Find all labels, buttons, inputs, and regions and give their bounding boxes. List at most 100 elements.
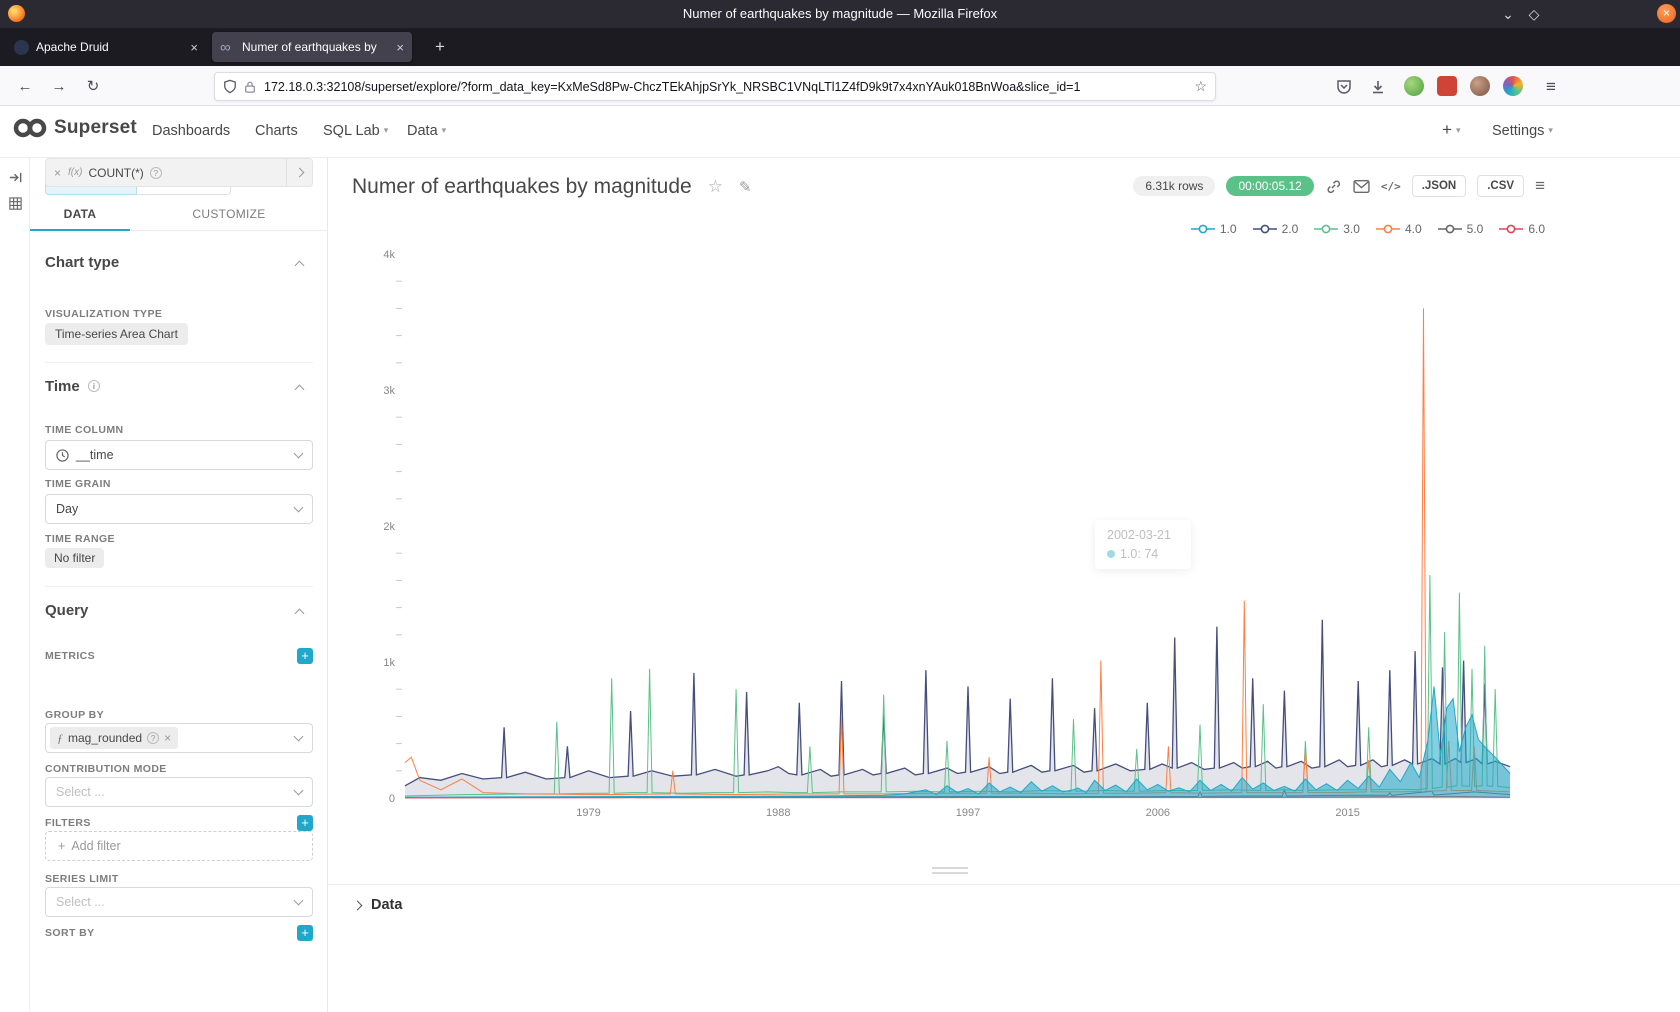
menu-hamburger-icon[interactable]: ≡: [1538, 74, 1564, 100]
series-limit-select[interactable]: Select ...: [45, 887, 313, 917]
time-section-header: Time i: [45, 378, 100, 395]
legend-item-3.0[interactable]: 3.0: [1314, 222, 1360, 236]
timeseries-area-chart[interactable]: 01k2k3k4k19791988199720062015: [340, 248, 1525, 823]
legend-marker-icon: [1314, 224, 1338, 234]
expand-chevron-icon: [353, 900, 363, 910]
favorite-star-icon[interactable]: ☆: [708, 177, 723, 197]
dataset-grid-icon[interactable]: [8, 196, 23, 211]
metric-name: COUNT(*): [88, 166, 143, 180]
ublock-extension-icon[interactable]: [1437, 76, 1457, 96]
svg-text:1979: 1979: [576, 807, 600, 819]
extension-icon-2[interactable]: [1470, 76, 1490, 96]
chart-main-area: Numer of earthquakes by magnitude ☆ ✎ 6.…: [328, 158, 1680, 1012]
add-filter-plus-button[interactable]: +: [297, 815, 313, 831]
extension-icon-1[interactable]: [1404, 76, 1424, 96]
help-icon: ?: [150, 167, 162, 179]
forward-button[interactable]: →: [46, 74, 72, 100]
add-metric-button[interactable]: +: [297, 648, 313, 664]
query-timer-badge: 00:00:05.12: [1226, 176, 1313, 196]
svg-text:1k: 1k: [383, 657, 395, 669]
new-tab-button[interactable]: +: [428, 35, 452, 59]
time-column-select[interactable]: __time: [45, 440, 313, 470]
svg-text:3k: 3k: [383, 385, 395, 397]
metric-chip[interactable]: × f(x) COUNT(*) ?: [45, 158, 313, 187]
tab-list-chevron-icon[interactable]: ⌄: [1496, 4, 1520, 24]
remove-chip-icon[interactable]: ×: [164, 731, 171, 745]
info-icon: i: [88, 380, 100, 392]
collapse-chevron-icon[interactable]: [295, 385, 305, 395]
nav-dashboards[interactable]: Dashboards: [152, 123, 230, 139]
tab-data[interactable]: DATA: [30, 200, 130, 231]
svg-text:4k: 4k: [383, 249, 395, 261]
contribution-mode-select[interactable]: Select ...: [45, 777, 313, 807]
tab-customize[interactable]: CUSTOMIZE: [130, 200, 328, 231]
lock-icon[interactable]: [244, 80, 256, 94]
group-by-select[interactable]: ƒ mag_rounded ? ×: [45, 723, 313, 753]
url-bar[interactable]: 172.18.0.3:32108/superset/explore/?form_…: [214, 72, 1216, 101]
expand-panel-icon[interactable]: [8, 170, 23, 185]
remove-metric-icon[interactable]: ×: [54, 166, 61, 180]
tab-close-icon[interactable]: ×: [190, 40, 198, 55]
reload-button[interactable]: ↻: [80, 74, 106, 100]
browser-tab-superset[interactable]: ∞ Numer of earthquakes by ×: [212, 32, 412, 62]
new-item-button[interactable]: +▾: [1442, 120, 1460, 140]
collapse-chevron-icon[interactable]: [295, 261, 305, 271]
svg-text:1988: 1988: [766, 807, 790, 819]
tab-close-icon[interactable]: ×: [396, 40, 404, 55]
plus-icon: +: [58, 839, 65, 853]
email-icon[interactable]: [1353, 179, 1370, 194]
metric-expand[interactable]: [286, 159, 312, 186]
tooltip-value: 1.0: 74: [1120, 547, 1158, 561]
clock-icon: [56, 449, 69, 462]
add-sort-by-button[interactable]: +: [297, 925, 313, 941]
url-text[interactable]: 172.18.0.3:32108/superset/explore/?form_…: [264, 80, 1194, 94]
nav-data[interactable]: Data▾: [407, 123, 446, 139]
caret-down-icon: ▾: [384, 125, 389, 135]
back-button[interactable]: ←: [12, 74, 38, 100]
column-function-icon: ƒ: [57, 731, 63, 746]
fx-icon: f(x): [68, 167, 82, 178]
window-close-icon[interactable]: ×: [1657, 4, 1676, 23]
edit-title-icon[interactable]: ✎: [739, 178, 752, 196]
maximize-icon[interactable]: ◇: [1522, 4, 1546, 24]
tab-label: Numer of earthquakes by: [242, 40, 390, 54]
resize-handle[interactable]: [932, 864, 968, 877]
settings-menu[interactable]: Settings▾: [1492, 123, 1553, 139]
superset-logo[interactable]: Superset: [12, 116, 137, 140]
chart-title: Numer of earthquakes by magnitude: [352, 175, 692, 199]
legend-item-2.0[interactable]: 2.0: [1253, 222, 1299, 236]
tracking-shield-icon[interactable]: [223, 79, 237, 94]
legend-item-4.0[interactable]: 4.0: [1376, 222, 1422, 236]
legend-item-5.0[interactable]: 5.0: [1438, 222, 1484, 236]
nav-sqllab[interactable]: SQL Lab▾: [323, 123, 388, 139]
bookmark-star-icon[interactable]: ☆: [1194, 78, 1207, 95]
add-filter-dropzone[interactable]: + Add filter: [45, 831, 313, 861]
time-grain-select[interactable]: Day: [45, 494, 313, 524]
superset-navbar: Superset Dashboards Charts SQL Lab▾ Data…: [0, 106, 1680, 158]
data-results-panel[interactable]: Data: [328, 884, 1680, 913]
extension-icon-3[interactable]: [1503, 76, 1523, 96]
downloads-icon[interactable]: [1370, 79, 1386, 95]
viz-type-chip[interactable]: Time-series Area Chart: [45, 323, 188, 345]
export-csv-button[interactable]: .CSV: [1477, 175, 1524, 197]
embed-code-icon[interactable]: </>: [1381, 180, 1401, 193]
share-link-icon[interactable]: [1325, 178, 1342, 195]
time-column-label: TIME COLUMN: [45, 424, 123, 436]
nav-charts[interactable]: Charts: [255, 123, 298, 139]
collapse-chevron-icon[interactable]: [295, 609, 305, 619]
legend-item-1.0[interactable]: 1.0: [1191, 222, 1237, 236]
pocket-save-icon[interactable]: [1336, 79, 1352, 95]
time-range-chip[interactable]: No filter: [45, 548, 104, 568]
group-by-chip[interactable]: ƒ mag_rounded ? ×: [50, 727, 178, 749]
export-json-button[interactable]: .JSON: [1412, 175, 1467, 197]
legend-item-6.0[interactable]: 6.0: [1499, 222, 1545, 236]
time-range-label: TIME RANGE: [45, 533, 115, 545]
data-panel-label: Data: [371, 897, 402, 913]
browser-tab-druid[interactable]: Apache Druid ×: [6, 32, 206, 62]
chevron-down-icon: [294, 786, 304, 796]
svg-text:2k: 2k: [383, 521, 395, 533]
browser-titlebar: Numer of earthquakes by magnitude — Mozi…: [0, 0, 1680, 28]
chart-menu-icon[interactable]: ≡: [1535, 176, 1545, 196]
chevron-right-icon: [295, 168, 305, 178]
chevron-down-icon: [294, 732, 304, 742]
